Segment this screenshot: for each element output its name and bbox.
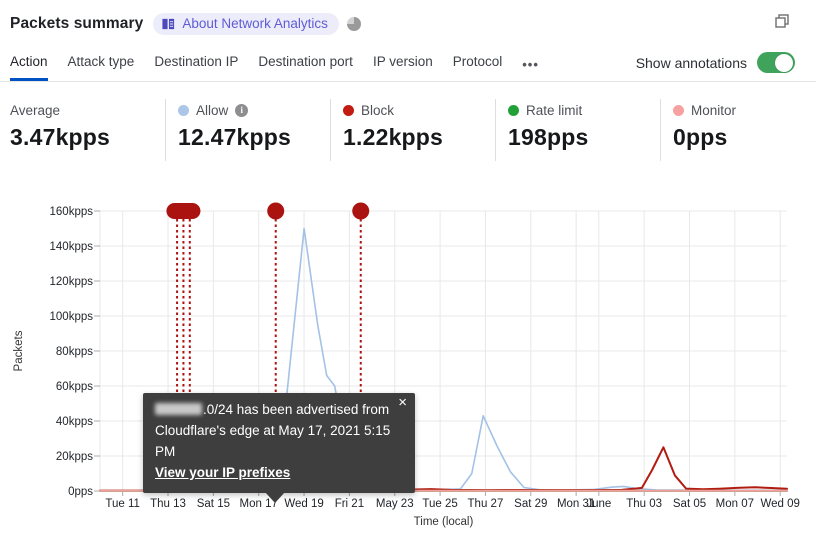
packets-summary-panel: Packets summary About Network Analytics … [0,0,816,545]
stat-value: 0pps [673,124,728,150]
block-dot-icon [343,104,354,116]
svg-text:100kpps: 100kpps [50,311,94,323]
svg-text:Fri 21: Fri 21 [335,498,364,510]
svg-text:May 23: May 23 [376,498,414,510]
stat-average: Average 3.47kpps [0,99,165,161]
rate-limit-dot-icon [508,104,519,116]
redacted-ip-prefix [155,403,202,415]
svg-text:Sat 15: Sat 15 [197,498,230,510]
stat-label: Rate limit [526,102,583,118]
tab-protocol[interactable]: Protocol [453,54,503,81]
stat-monitor: Monitor 0pps [660,99,816,161]
annotation-marker-pill[interactable] [166,203,201,219]
page-title: Packets summary [10,15,144,32]
tab-attack-type[interactable]: Attack type [68,54,135,81]
svg-text:June: June [586,498,611,510]
stat-label: Average [10,102,61,118]
stat-label: Block [361,102,395,118]
svg-text:Thu 27: Thu 27 [468,498,504,510]
svg-text:160kpps: 160kpps [50,206,94,218]
book-icon [161,17,176,31]
svg-text:Tue 25: Tue 25 [422,498,457,510]
info-icon[interactable]: i [235,103,249,117]
svg-text:80kpps: 80kpps [56,346,93,358]
tab-ip-version[interactable]: IP version [373,54,433,81]
stat-value: 12.47kpps [178,124,292,150]
stat-allow: Allow i 12.47kpps [165,99,330,161]
header: Packets summary About Network Analytics [10,10,790,38]
show-annotations-toggle[interactable] [757,52,795,73]
tab-bar: Action Attack type Destination IP Destin… [10,54,539,81]
tooltip-tail [265,491,285,503]
view-ip-prefixes-link[interactable]: View your IP prefixes [155,465,290,480]
stat-block: Block 1.22kpps [330,99,495,161]
monitor-dot-icon [673,104,684,116]
stat-value: 1.22kpps [343,124,444,150]
svg-text:40kpps: 40kpps [56,416,93,428]
pie-chart-icon [346,17,361,31]
svg-text:Wed 09: Wed 09 [760,498,799,510]
stat-value: 3.47kpps [10,124,111,150]
tabs-separator [0,81,816,82]
tab-action[interactable]: Action [10,54,48,81]
svg-text:120kpps: 120kpps [50,276,94,288]
svg-text:140kpps: 140kpps [50,241,94,253]
stat-label: Monitor [691,102,737,118]
svg-text:0pps: 0pps [68,486,93,498]
stats-row: Average 3.47kpps Allow i 12.47kpps Block… [0,99,816,161]
stat-rate-limit: Rate limit 198pps [495,99,660,161]
annotation-marker-dot[interactable] [352,202,370,220]
close-icon[interactable]: × [398,395,407,410]
about-network-analytics-badge[interactable]: About Network Analytics [153,13,339,35]
svg-text:Sat 05: Sat 05 [673,498,706,510]
tab-destination-port[interactable]: Destination port [258,54,353,81]
show-annotations-label: Show annotations [635,54,747,71]
annotation-tooltip: × .0/24 has been advertised from Cloudfl… [143,393,415,503]
toggle-knob [775,53,793,72]
tooltip-line1: .0/24 has been advertised from [155,400,391,421]
allow-dot-icon [178,104,189,116]
show-annotations-control: Show annotations [636,52,795,73]
stat-label: Allow [196,102,229,118]
svg-text:Mon 07: Mon 07 [716,498,754,510]
tab-destination-ip[interactable]: Destination IP [154,54,238,81]
y-axis-label: Packets [13,330,25,371]
x-axis-label: Time (local) [414,516,474,528]
tooltip-line1-text: .0/24 has been advertised from [203,402,390,417]
tooltip-line2: Cloudflare's edge at May 17, 2021 5:15 P… [155,422,391,459]
badge-label: About Network Analytics [182,16,328,31]
svg-text:Thu 13: Thu 13 [150,498,186,510]
svg-text:20kpps: 20kpps [56,451,93,463]
svg-text:Tue 11: Tue 11 [105,498,140,510]
annotation-marker-dot[interactable] [267,202,285,220]
svg-text:Wed 19: Wed 19 [284,498,323,510]
stat-value: 198pps [508,124,589,150]
svg-text:Sat 29: Sat 29 [514,498,547,510]
svg-text:60kpps: 60kpps [56,381,93,393]
open-window-icon[interactable] [774,13,790,29]
svg-text:Thu 03: Thu 03 [626,498,662,510]
packets-chart: 0pps 20kpps 40kpps 60kpps 80kpps 100kpps 120kp… [0,195,816,545]
more-tabs-button[interactable]: ••• [522,57,539,81]
